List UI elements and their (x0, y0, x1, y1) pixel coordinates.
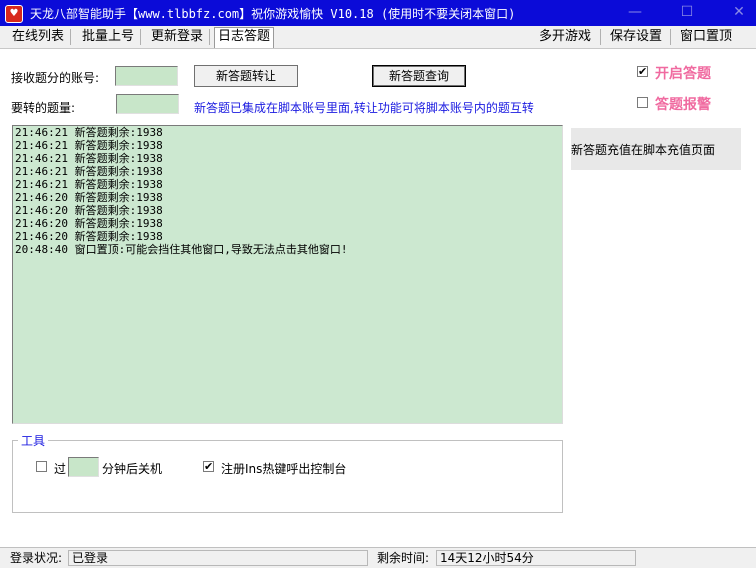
transfer-button[interactable]: 新答题转让 (194, 65, 298, 87)
menu-separator (670, 29, 671, 45)
remaining-time-value: 14天12小时54分 (436, 550, 636, 566)
window-title: 天龙八部智能助手【www.tlbbfz.com】祝你游戏愉快 V10.18 (使… (30, 7, 516, 21)
log-line: 20:48:40 窗口置顶:可能会挡住其他窗口,导致无法点击其他窗口! (15, 243, 348, 256)
answer-alarm-checkbox[interactable] (637, 97, 648, 108)
menu-batch-login[interactable]: 批量上号 (79, 28, 137, 46)
menu-save-settings[interactable]: 保存设置 (607, 28, 665, 46)
login-status-label: 登录状况: (10, 551, 63, 565)
recharge-note: 新答题充值在脚本充值页面 (571, 128, 741, 170)
checkmark-icon: ✔ (204, 460, 214, 473)
hotkey-checkbox[interactable]: ✔ (203, 461, 214, 472)
tools-legend: 工具 (18, 432, 49, 449)
shutdown-minutes-input[interactable] (68, 457, 99, 477)
log-line: 21:46:20 新答题剩余:1938 (15, 217, 163, 230)
query-button[interactable]: 新答题查询 (372, 65, 466, 87)
log-panel[interactable]: 21:46:21 新答题剩余:1938 21:46:21 新答题剩余:1938 … (12, 125, 563, 424)
close-button[interactable]: ✕ (728, 3, 750, 21)
menu-update-login[interactable]: 更新登录 (148, 28, 206, 46)
title-bar[interactable]: ♥ 天龙八部智能助手【www.tlbbfz.com】祝你游戏愉快 V10.18 … (0, 0, 756, 26)
answer-alarm-label[interactable]: 答题报警 (655, 94, 711, 114)
menu-separator (600, 29, 601, 45)
shutdown-prefix-label: 过 (54, 462, 67, 476)
maximize-button[interactable]: ☐ (676, 3, 698, 21)
log-line: 21:46:21 新答题剩余:1938 (15, 165, 163, 178)
login-status-value: 已登录 (68, 550, 368, 566)
account-label: 接收题分的账号: (11, 71, 100, 85)
checkmark-icon: ✔ (638, 65, 648, 78)
log-line: 21:46:21 新答题剩余:1938 (15, 139, 163, 152)
amount-input[interactable] (116, 94, 179, 114)
enable-answer-checkbox[interactable]: ✔ (637, 66, 648, 77)
log-line: 21:46:21 新答题剩余:1938 (15, 126, 163, 139)
transfer-info-text: 新答题已集成在脚本账号里面,转让功能可将脚本账号内的题互转 (194, 101, 534, 115)
minimize-button[interactable]: — (624, 3, 646, 21)
menu-bar: 在线列表 批量上号 更新登录 日志答题 多开游戏 保存设置 窗口置顶 (0, 26, 756, 49)
log-line: 21:46:21 新答题剩余:1938 (15, 152, 163, 165)
menu-window-topmost[interactable]: 窗口置顶 (677, 28, 735, 46)
enable-answer-label[interactable]: 开启答题 (655, 63, 711, 83)
account-input[interactable] (115, 66, 178, 86)
menu-separator (70, 29, 71, 45)
log-line: 21:46:20 新答题剩余:1938 (15, 204, 163, 217)
hotkey-label[interactable]: 注册Ins热键呼出控制台 (221, 460, 346, 477)
status-bar: 登录状况: 已登录 剩余时间: 14天12小时54分 (0, 547, 756, 568)
menu-online-list[interactable]: 在线列表 (9, 28, 67, 46)
remaining-time-label: 剩余时间: (377, 551, 430, 565)
shutdown-checkbox[interactable] (36, 461, 47, 472)
menu-separator (140, 29, 141, 45)
app-heart-icon: ♥ (5, 5, 23, 23)
log-line: 21:46:20 新答题剩余:1938 (15, 230, 163, 243)
menu-multi-open[interactable]: 多开游戏 (536, 28, 594, 46)
menu-log-answer[interactable]: 日志答题 (214, 27, 275, 48)
shutdown-suffix-label: 分钟后关机 (102, 462, 163, 476)
amount-label: 要转的题量: (11, 101, 76, 115)
log-line: 21:46:20 新答题剩余:1938 (15, 191, 163, 204)
menu-separator (209, 29, 210, 45)
log-line: 21:46:21 新答题剩余:1938 (15, 178, 163, 191)
recharge-note-text: 新答题充值在脚本充值页面 (571, 143, 716, 157)
